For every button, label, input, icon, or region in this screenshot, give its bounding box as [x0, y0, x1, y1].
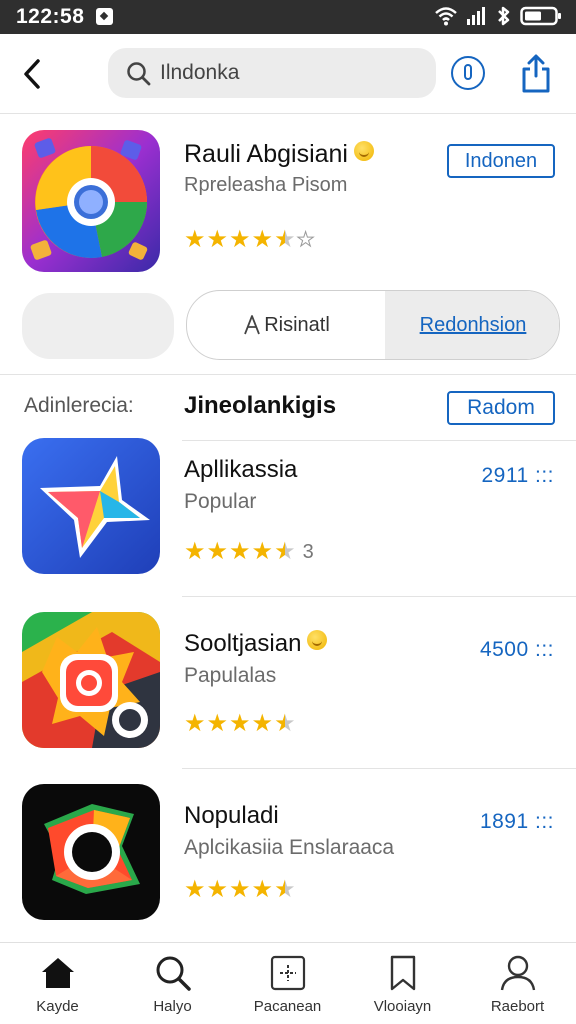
list-item[interactable]: Apllikassia Popular ★ ★ ★ ★ ★ 3 2911 ::: — [0, 438, 576, 608]
search-input[interactable]: Ilndonka — [108, 48, 436, 98]
half-star-icon: ★ — [274, 226, 296, 253]
featured-app-title: Rauli Abgisiani — [184, 140, 374, 169]
star-icon: ★ — [184, 710, 206, 737]
list-item[interactable]: Nopuladi Aplcikasiia Enslaraaca ★ ★ ★ ★ … — [0, 784, 576, 954]
app-price-button[interactable]: 2911 ::: — [482, 464, 555, 488]
half-star-icon: ★ — [274, 538, 296, 565]
half-star-icon: ★ — [274, 710, 296, 737]
nav-item-apps[interactable]: Pacanean — [230, 943, 345, 1024]
nav-label: Kayde — [36, 998, 79, 1015]
bookmark-icon — [390, 955, 415, 991]
nav-item-profile[interactable]: Raebort — [460, 943, 575, 1024]
star-icon: ★ — [206, 538, 229, 565]
star-icon: ★ — [206, 876, 229, 903]
back-button[interactable] — [14, 56, 50, 92]
section-title: Jineolankigis — [184, 392, 337, 419]
app-rating: ★ ★ ★ ★ ★ — [184, 878, 296, 902]
section-label: Adinlerecia: — [24, 394, 134, 417]
star-icon: ★ — [206, 226, 229, 253]
search-icon — [156, 956, 191, 991]
app-subtitle: Papulalas — [184, 664, 277, 687]
nav-label: Halyo — [153, 998, 192, 1015]
featured-app-subtitle: Rpreleasha Pisom — [184, 174, 348, 196]
list-item[interactable]: Sooltjasian Papulalas ★ ★ ★ ★ ★ 4500 ::: — [0, 612, 576, 782]
wifi-icon — [435, 7, 457, 26]
status-time: 122:58 — [16, 5, 85, 28]
section-divider — [0, 374, 576, 375]
half-star-icon: ★ — [274, 876, 296, 903]
signal-icon — [467, 7, 485, 25]
featured-app-rating: ★ ★ ★ ★ ★ ★ — [184, 228, 315, 252]
app-subtitle: Aplcikasiia Enslaraaca — [184, 836, 395, 859]
top-header: Ilndonka — [0, 34, 576, 114]
nav-item-bookmarks[interactable]: Vlooiayn — [345, 943, 460, 1024]
notification-icon — [96, 8, 113, 25]
segmented-control: Risinatl Redonhsion — [186, 290, 560, 360]
star-icon: ★ — [251, 876, 274, 903]
smiley-emoji-icon — [307, 630, 328, 650]
nav-label: Vlooiayn — [373, 998, 432, 1015]
battery-icon — [520, 6, 561, 26]
featured-app-badge-button[interactable]: Indonen — [447, 144, 555, 178]
placeholder-pill-button[interactable] — [22, 293, 174, 359]
home-icon — [41, 958, 74, 988]
app-price-button[interactable]: 4500 ::: — [480, 638, 554, 662]
star-icon: ★ — [184, 876, 206, 903]
featured-app-icon[interactable] — [22, 130, 160, 272]
section-header: Adinlerecia: Jineolankigis Radom — [0, 384, 576, 434]
app-icon[interactable] — [22, 612, 160, 748]
smiley-emoji-icon — [354, 141, 374, 161]
info-icon — [464, 64, 472, 80]
app-rating: ★ ★ ★ ★ ★ — [184, 712, 296, 736]
star-icon: ★ — [251, 226, 274, 253]
star-icon: ★ — [229, 710, 251, 737]
nav-label: Raebort — [490, 998, 545, 1015]
search-icon — [127, 62, 151, 86]
bottom-navigation: Kayde Halyo Pacanean Vlooiayn Raebort — [0, 942, 576, 1024]
star-icon: ★ — [229, 226, 251, 253]
app-name: Apllikassia — [184, 456, 298, 483]
search-query-text: Ilndonka — [160, 61, 240, 84]
star-icon: ★ — [251, 710, 274, 737]
row-divider — [182, 596, 576, 597]
nav-item-home[interactable]: Kayde — [0, 943, 115, 1024]
app-price-button[interactable]: 1891 ::: — [480, 810, 554, 834]
info-button[interactable] — [451, 56, 485, 90]
app-icon[interactable] — [22, 438, 160, 574]
star-icon: ★ — [184, 538, 206, 565]
segment-option-a[interactable]: Risinatl — [187, 291, 385, 359]
star-icon: ★ — [251, 538, 274, 565]
featured-app-card: Rauli Abgisiani Rpreleasha Pisom ★ ★ ★ ★… — [0, 114, 576, 376]
app-subtitle: Popular — [184, 490, 257, 513]
section-action-button[interactable]: Radom — [447, 391, 555, 425]
star-icon: ★ — [229, 876, 251, 903]
profile-icon — [500, 955, 535, 991]
star-icon: ★ — [184, 226, 206, 253]
bluetooth-icon — [498, 6, 510, 26]
share-icon[interactable] — [519, 54, 553, 94]
empty-star-icon: ★ — [296, 229, 315, 251]
row-divider — [182, 768, 576, 769]
chevron-left-icon — [24, 59, 40, 89]
segment-option-b[interactable]: Redonhsion — [385, 291, 559, 359]
app-name: Nopuladi — [184, 802, 279, 829]
nav-label: Pacanean — [253, 998, 322, 1015]
star-icon: ★ — [229, 538, 251, 565]
app-rating: ★ ★ ★ ★ ★ 3 — [184, 540, 314, 564]
status-bar: 122:58 — [0, 0, 576, 34]
app-name: Sooltjasian — [184, 630, 328, 658]
rating-count: 3 — [302, 540, 314, 563]
spark-icon — [244, 315, 261, 335]
nav-item-search[interactable]: Halyo — [115, 943, 230, 1024]
star-icon: ★ — [206, 710, 229, 737]
apps-icon — [270, 955, 305, 991]
app-icon[interactable] — [22, 784, 160, 920]
